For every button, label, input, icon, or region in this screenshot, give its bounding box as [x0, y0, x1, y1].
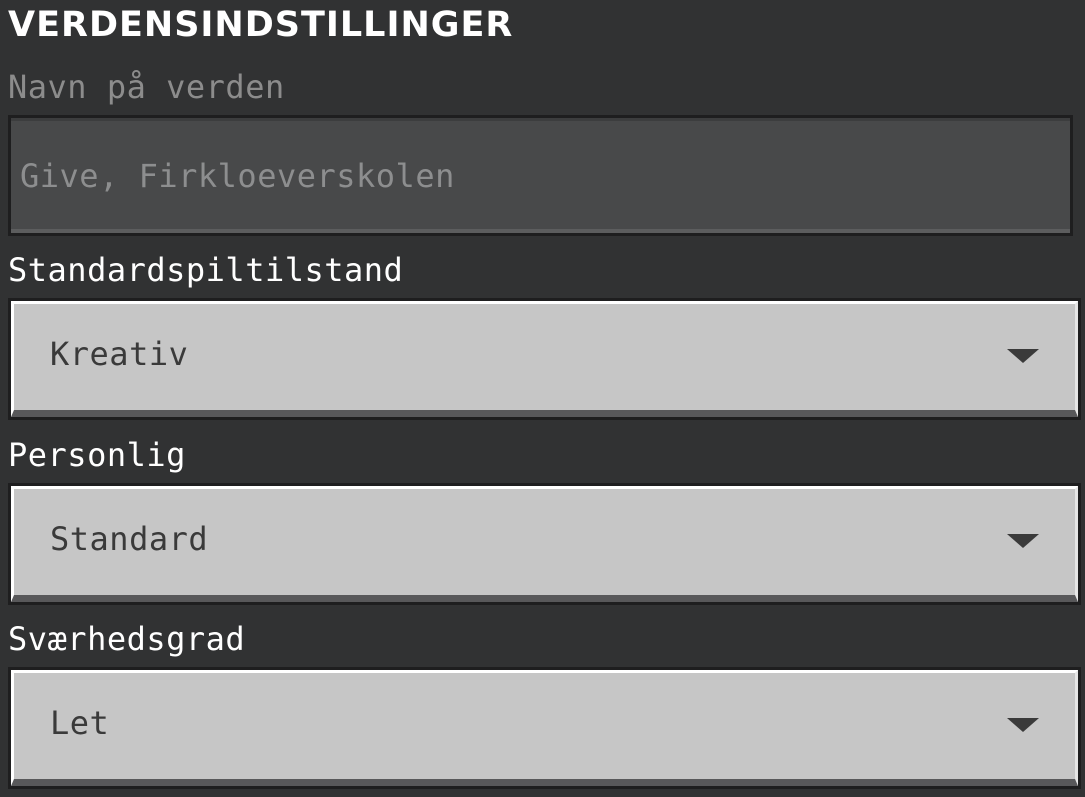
- difficulty-value: Let: [50, 704, 110, 742]
- game-mode-label: Standardspiltilstand: [8, 251, 404, 289]
- chevron-down-icon: [1007, 534, 1039, 548]
- difficulty-dropdown[interactable]: Let: [8, 667, 1081, 789]
- page-title: VERDENSINDSTILLINGER: [8, 5, 514, 45]
- difficulty-dropdown-face[interactable]: Let: [11, 670, 1078, 786]
- personal-value: Standard: [50, 520, 209, 558]
- world-name-label: Navn på verden: [8, 68, 285, 106]
- game-mode-dropdown[interactable]: Kreativ: [8, 298, 1081, 420]
- personal-dropdown-face[interactable]: Standard: [11, 486, 1078, 602]
- chevron-down-icon: [1007, 718, 1039, 732]
- game-mode-value: Kreativ: [50, 335, 189, 373]
- game-mode-dropdown-face[interactable]: Kreativ: [11, 301, 1078, 417]
- difficulty-label: Sværhedsgrad: [8, 620, 246, 658]
- world-name-value: Give, Firkloeverskolen: [20, 157, 455, 195]
- chevron-down-icon: [1007, 349, 1039, 363]
- world-name-field[interactable]: Give, Firkloeverskolen: [8, 115, 1073, 236]
- personal-label: Personlig: [8, 436, 186, 474]
- personal-dropdown[interactable]: Standard: [8, 483, 1081, 605]
